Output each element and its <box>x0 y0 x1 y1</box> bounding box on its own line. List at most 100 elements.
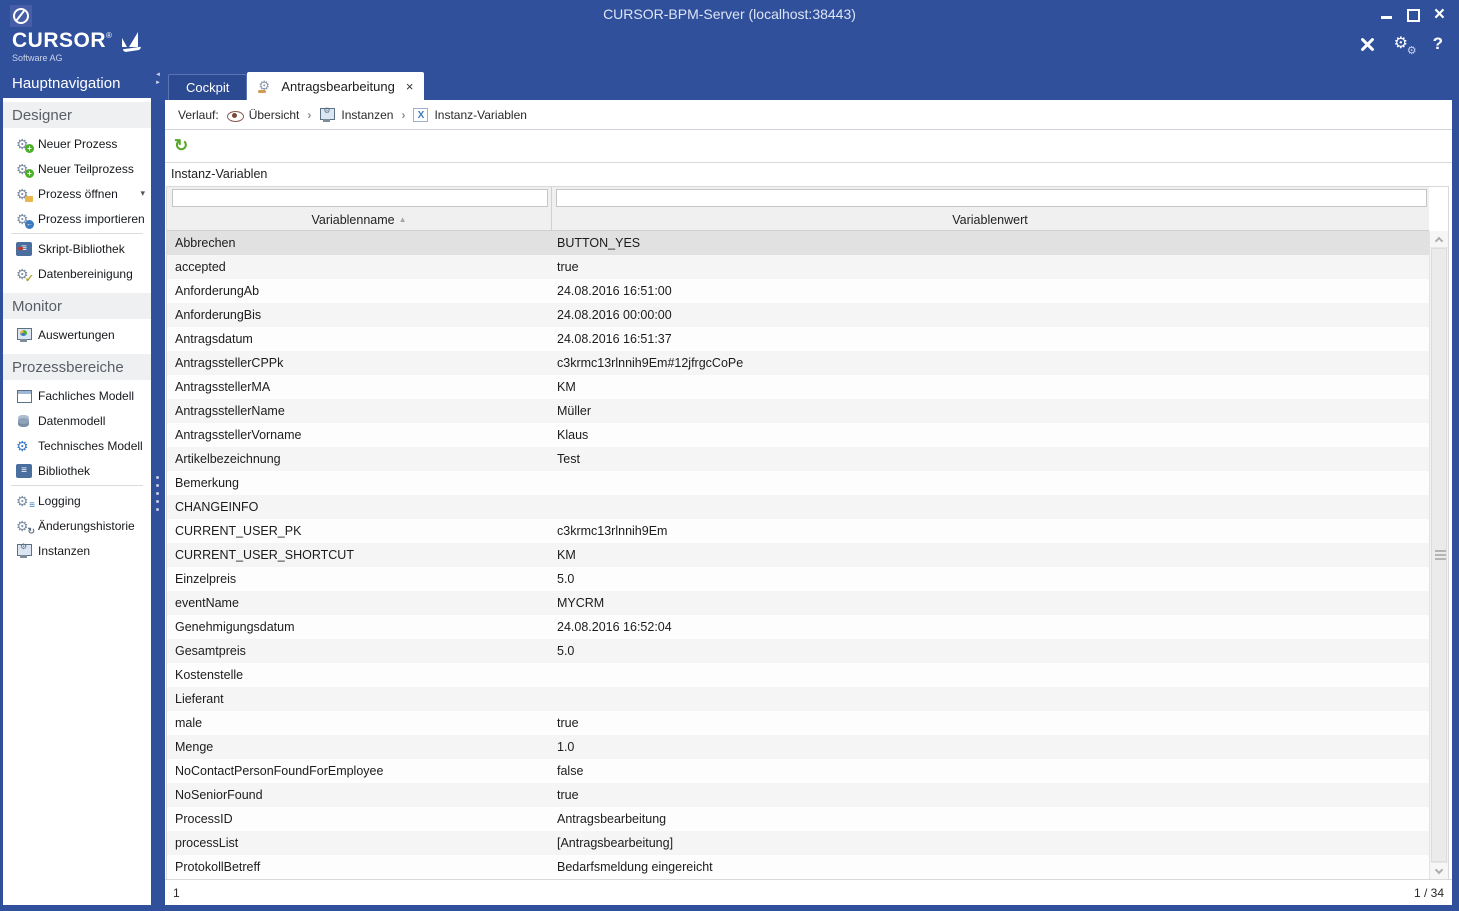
breadcrumb-item-instanz-variablen[interactable]: Instanz-Variablen <box>413 108 527 122</box>
table-row[interactable]: ProtokollBetreffBedarfsmeldung eingereic… <box>167 855 1429 879</box>
table-row[interactable]: NoSeniorFoundtrue <box>167 783 1429 807</box>
variable-value-cell: 5.0 <box>552 644 1429 658</box>
breadcrumb-label: Instanzen <box>341 108 393 122</box>
variable-value-cell: true <box>552 716 1429 730</box>
table-row[interactable]: AntragsstellerMAKM <box>167 375 1429 399</box>
table-row[interactable]: ArtikelbezeichnungTest <box>167 447 1429 471</box>
open-process-icon <box>16 186 32 202</box>
sidebar-item-neuer-teilprozess[interactable]: Neuer Teilprozess <box>3 156 151 181</box>
table-row[interactable]: AbbrechenBUTTON_YES <box>167 231 1429 255</box>
brand-name: CURSOR <box>12 29 106 52</box>
table-row[interactable]: maletrue <box>167 711 1429 735</box>
table-row[interactable]: Gesamtpreis5.0 <box>167 639 1429 663</box>
app-window: CURSOR-BPM-Server (localhost:38443) CURS… <box>0 0 1459 911</box>
variable-value-filter-input[interactable] <box>556 189 1427 207</box>
splitter-collapse-arrows[interactable]: ◄► <box>151 72 165 87</box>
sidebar-item-datenbereinigung[interactable]: Datenbereinigung <box>3 261 151 286</box>
sidebar-item-auswertungen[interactable]: Auswertungen <box>3 322 151 347</box>
table-row[interactable]: Genehmigungsdatum24.08.2016 16:52:04 <box>167 615 1429 639</box>
table-row[interactable]: CURRENT_USER_PKc3krmc13rlnnih9Em <box>167 519 1429 543</box>
sidebar-item-prozess-importieren[interactable]: Prozess importieren <box>3 206 151 231</box>
table-row[interactable]: ProcessIDAntragsbearbeitung <box>167 807 1429 831</box>
close-button[interactable]: × <box>1434 8 1445 22</box>
settings-gears-icon[interactable] <box>1394 34 1416 54</box>
variable-name-cell: male <box>167 716 552 730</box>
breadcrumb-separator-icon: › <box>393 108 413 122</box>
maximize-button[interactable] <box>1407 9 1420 22</box>
tools-icon[interactable] <box>1357 34 1377 54</box>
table-row[interactable]: acceptedtrue <box>167 255 1429 279</box>
table-row[interactable]: CURRENT_USER_SHORTCUTKM <box>167 543 1429 567</box>
sidebar-separator <box>11 233 143 234</box>
sidebar-item-label: Auswertungen <box>38 328 115 342</box>
sidebar-splitter[interactable]: ◄► <box>151 68 165 905</box>
table-row[interactable]: AnforderungBis24.08.2016 00:00:00 <box>167 303 1429 327</box>
variable-value-cell: Antragsbearbeitung <box>552 812 1429 826</box>
help-icon[interactable]: ? <box>1433 34 1443 54</box>
vertical-scrollbar[interactable] <box>1429 231 1448 879</box>
variable-value-cell: true <box>552 788 1429 802</box>
table-row[interactable]: NoContactPersonFoundForEmployeefalse <box>167 759 1429 783</box>
sidebar-section-prozessbereiche: Prozessbereiche <box>3 354 151 380</box>
table-row[interactable]: AntragsstellerNameMüller <box>167 399 1429 423</box>
tab-antragsbearbeitung[interactable]: Antragsbearbeitung × <box>247 72 424 100</box>
table-row[interactable]: eventNameMYCRM <box>167 591 1429 615</box>
table-row[interactable]: AntragsstellerCPPkc3krmc13rlnnih9Em#12jf… <box>167 351 1429 375</box>
table-row[interactable]: Kostenstelle <box>167 663 1429 687</box>
variable-value-cell: 24.08.2016 16:52:04 <box>552 620 1429 634</box>
sailboat-icon <box>120 30 142 52</box>
breadcrumb-item-bersicht[interactable]: Übersicht <box>227 108 300 122</box>
variable-name-cell: Menge <box>167 740 552 754</box>
variable-name-cell: Gesamtpreis <box>167 644 552 658</box>
minimize-button[interactable] <box>1381 8 1393 22</box>
variable-value-cell: Klaus <box>552 428 1429 442</box>
sidebar-section-designer: Designer <box>3 102 151 128</box>
refresh-icon[interactable] <box>174 137 192 155</box>
sidebar-item-neuer-prozess[interactable]: Neuer Prozess <box>3 131 151 156</box>
tab-close-icon[interactable]: × <box>406 79 414 94</box>
sidebar-item-label: Bibliothek <box>38 464 90 478</box>
table-row[interactable]: AntragsstellerVornameKlaus <box>167 423 1429 447</box>
variable-name-cell: Antragsdatum <box>167 332 552 346</box>
table-row[interactable]: Bemerkung <box>167 471 1429 495</box>
table-row[interactable]: Lieferant <box>167 687 1429 711</box>
registered-mark: ® <box>106 31 112 40</box>
table-row[interactable]: Antragsdatum24.08.2016 16:51:37 <box>167 327 1429 351</box>
sidebar-item-label: Prozess öffnen <box>38 187 118 201</box>
variable-name-cell: Lieferant <box>167 692 552 706</box>
sidebar-item-bibliothek[interactable]: Bibliothek <box>3 458 151 483</box>
breadcrumb-label: Übersicht <box>249 108 300 122</box>
tab-label: Antragsbearbeitung <box>281 79 394 94</box>
tab-cockpit[interactable]: Cockpit <box>168 74 247 100</box>
sidebar-item-nderungshistorie[interactable]: Änderungshistorie <box>3 513 151 538</box>
column-header-variablenname[interactable]: Variablenname▲ <box>167 209 551 230</box>
scroll-up-button[interactable] <box>1430 231 1448 248</box>
table-row[interactable]: AnforderungAb24.08.2016 16:51:00 <box>167 279 1429 303</box>
breadcrumb-item-instanzen[interactable]: Instanzen <box>319 107 393 123</box>
table-row[interactable]: Einzelpreis5.0 <box>167 567 1429 591</box>
table-row[interactable]: Menge1.0 <box>167 735 1429 759</box>
sidebar-item-instanzen[interactable]: Instanzen <box>3 538 151 563</box>
variable-name-cell: CURRENT_USER_SHORTCUT <box>167 548 552 562</box>
column-header-variablenwert[interactable]: Variablenwert <box>551 209 1429 230</box>
scrollbar-thumb[interactable] <box>1431 248 1447 862</box>
sidebar-item-fachliches-modell[interactable]: Fachliches Modell <box>3 383 151 408</box>
sidebar-item-technisches-modell[interactable]: Technisches Modell <box>3 433 151 458</box>
sidebar-separator <box>11 485 143 486</box>
sidebar-item-prozess-ffnen[interactable]: Prozess öffnen ▾ <box>3 181 151 206</box>
chevron-down-icon[interactable]: ▾ <box>140 188 145 199</box>
sidebar-item-skript-bibliothek[interactable]: Skript-Bibliothek <box>3 236 151 261</box>
splitter-grip[interactable] <box>156 476 159 511</box>
sidebar-item-label: Prozess importieren <box>38 212 145 226</box>
breadcrumb: Verlauf: Übersicht›Instanzen›Instanz-Var… <box>165 100 1452 130</box>
variable-name-filter-input[interactable] <box>172 189 548 207</box>
sidebar-item-datenmodell[interactable]: Datenmodell <box>3 408 151 433</box>
table-row[interactable]: CHANGEINFO <box>167 495 1429 519</box>
table-row[interactable]: processList[Antragsbearbeitung] <box>167 831 1429 855</box>
new-process-icon <box>16 136 32 152</box>
scroll-down-button[interactable] <box>1430 862 1448 879</box>
technical-model-icon <box>16 438 32 454</box>
status-bar: 1 1 / 34 <box>165 879 1452 905</box>
table-toolbar <box>165 130 1452 163</box>
sidebar-item-logging[interactable]: Logging <box>3 488 151 513</box>
